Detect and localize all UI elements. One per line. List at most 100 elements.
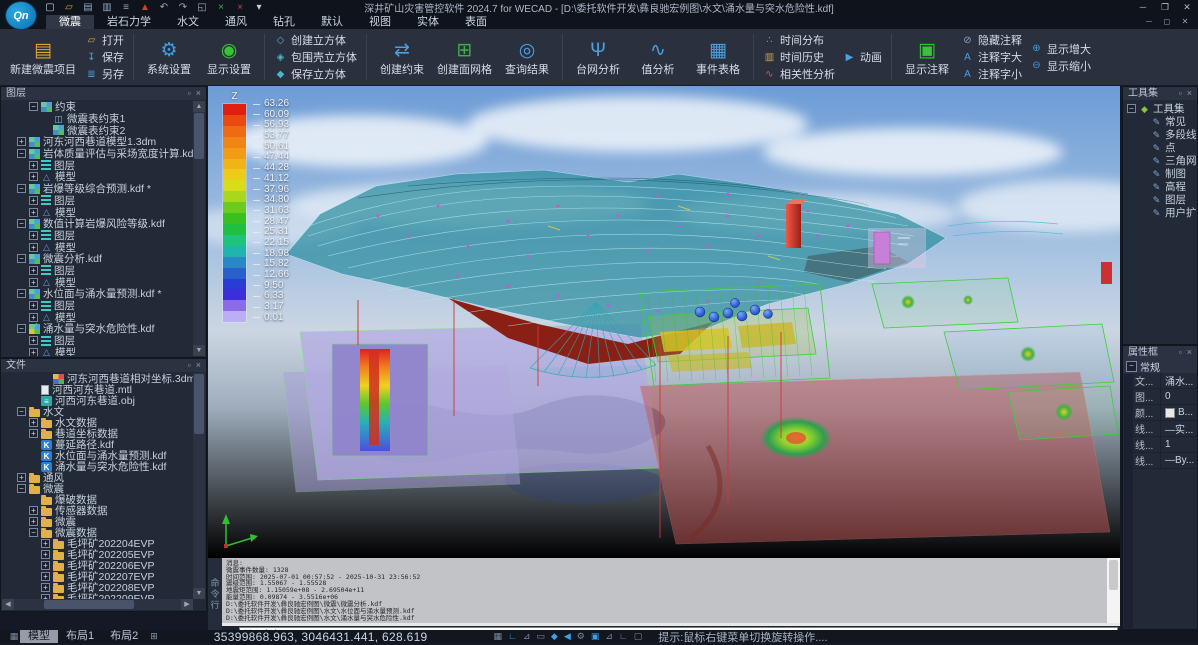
- tree-item[interactable]: +水文数据: [2, 417, 193, 428]
- query-results-button[interactable]: ◎查询结果: [499, 30, 555, 84]
- menu-tab-表面[interactable]: 表面: [452, 15, 500, 29]
- menu-tab-水文[interactable]: 水文: [164, 15, 212, 29]
- tree-item[interactable]: 河东河西巷道相对坐标.3dm: [2, 373, 193, 384]
- menu-tab-钻孔[interactable]: 钻孔: [260, 15, 308, 29]
- tree-item[interactable]: 用户扩展: [1124, 206, 1196, 219]
- network-analysis-button[interactable]: Ψ台网分析: [570, 30, 626, 84]
- tree-item[interactable]: 点: [1124, 141, 1196, 154]
- expand-icon[interactable]: +: [29, 336, 38, 345]
- create-constraint-button[interactable]: ⇄创建约束: [374, 30, 430, 84]
- tree-item[interactable]: 三角网: [1124, 154, 1196, 167]
- expand-icon[interactable]: +: [41, 572, 50, 581]
- display-shrink-button[interactable]: ⊖显示缩小: [1028, 57, 1093, 74]
- tree-item[interactable]: +通风: [2, 472, 193, 483]
- close-icon[interactable]: ×: [196, 87, 201, 100]
- dropdown-icon[interactable]: ▾: [253, 0, 265, 15]
- expand-icon[interactable]: +: [17, 137, 26, 146]
- property-row[interactable]: 线...—By...: [1132, 453, 1197, 469]
- expand-icon[interactable]: +: [29, 266, 38, 275]
- menu-tab-视图[interactable]: 视图: [356, 15, 404, 29]
- tree-item[interactable]: −微震: [2, 483, 193, 494]
- expand-icon[interactable]: +: [41, 561, 50, 570]
- expand-icon[interactable]: +: [29, 418, 38, 427]
- menu-tab-实体[interactable]: 实体: [404, 15, 452, 29]
- tree-item[interactable]: 爆破数据: [2, 494, 193, 505]
- expand-icon[interactable]: +: [29, 208, 38, 217]
- expand-icon[interactable]: +: [29, 506, 38, 515]
- files-scrollbar[interactable]: ▼: [193, 373, 205, 599]
- expand-icon[interactable]: +: [29, 278, 38, 287]
- system-settings-button[interactable]: ⚙系统设置: [141, 30, 197, 84]
- expand-icon[interactable]: +: [29, 301, 38, 310]
- scrollbar-thumb[interactable]: [194, 374, 204, 434]
- value-analysis-button[interactable]: ∿值分析: [630, 30, 686, 84]
- tree-item[interactable]: −水位面与涌水量预测.kdf *: [2, 288, 193, 300]
- tree-item[interactable]: +图层: [2, 159, 193, 171]
- cad-logo-icon[interactable]: ▲: [139, 0, 151, 15]
- collapse-icon[interactable]: −: [1127, 104, 1136, 113]
- create-cube-button[interactable]: ◇创建立方体: [272, 32, 359, 49]
- tree-item[interactable]: +图层: [2, 230, 193, 242]
- workspace-icon[interactable]: ▣: [591, 631, 600, 642]
- expand-icon[interactable]: +: [29, 196, 38, 205]
- property-row[interactable]: 文...涌水...: [1132, 373, 1197, 389]
- doc-close-button[interactable]: ✕: [1176, 15, 1194, 29]
- tree-item[interactable]: +微震: [2, 516, 193, 527]
- tree-item[interactable]: −工具集: [1124, 102, 1196, 115]
- tree-item[interactable]: +图层: [2, 265, 193, 277]
- app-logo[interactable]: Qn: [5, 1, 37, 30]
- doc-minimize-button[interactable]: ─: [1140, 15, 1158, 29]
- scrollbar-thumb[interactable]: [194, 113, 204, 159]
- close-button[interactable]: ✕: [1176, 0, 1198, 15]
- 3d-viewport[interactable]: Z 63.2660.0956.9353.7750.6147.4444.2841.…: [208, 86, 1120, 558]
- console-log[interactable]: 消息: 微震事件数量: 1328 时间范围: 2025-07-01 00:57:…: [222, 558, 1107, 623]
- show-annotation-button[interactable]: ▣显示注释: [899, 30, 955, 84]
- scroll-down-icon[interactable]: ▼: [193, 345, 205, 356]
- tree-item[interactable]: +模型: [2, 171, 193, 183]
- tree-item[interactable]: +图层: [2, 335, 193, 347]
- expand-icon[interactable]: +: [17, 473, 26, 482]
- property-row[interactable]: 线...1: [1132, 437, 1197, 453]
- collapse-icon[interactable]: −: [29, 528, 38, 537]
- tree-item[interactable]: −约束: [2, 101, 193, 113]
- settings-gear-icon[interactable]: ⚙: [577, 631, 585, 642]
- expand-icon[interactable]: +: [29, 243, 38, 252]
- tree-item[interactable]: −涌水量与突水危险性.kdf: [2, 323, 193, 335]
- expand-icon[interactable]: +: [29, 161, 38, 170]
- scroll-right-icon[interactable]: ▶: [181, 599, 193, 610]
- tree-item[interactable]: 蔓延路径.kdf: [2, 439, 193, 450]
- save-button[interactable]: ↧保存: [83, 49, 126, 66]
- close-icon[interactable]: ×: [196, 359, 201, 372]
- save-as-button[interactable]: ≣另存: [83, 66, 126, 83]
- menu-tab-微震[interactable]: 微震: [46, 15, 94, 29]
- console-side-tab[interactable]: 命令行: [208, 558, 222, 630]
- collapse-icon[interactable]: −: [17, 254, 26, 263]
- tree-item[interactable]: +巷道坐标数据: [2, 428, 193, 439]
- tree-item[interactable]: +图层: [2, 195, 193, 207]
- scrollbar-thumb[interactable]: [1109, 560, 1118, 590]
- collapse-icon[interactable]: −: [17, 149, 26, 158]
- tree-item[interactable]: +毛坪矿202208EVP: [2, 582, 193, 593]
- layout-add-icon[interactable]: ⊞: [150, 631, 158, 642]
- tree-item[interactable]: 河西河东巷道.obj: [2, 395, 193, 406]
- collapse-icon[interactable]: −: [17, 219, 26, 228]
- expand-icon[interactable]: +: [29, 172, 38, 181]
- property-row[interactable]: 图...0: [1132, 389, 1197, 405]
- tree-item[interactable]: 微震表约束2: [2, 124, 193, 136]
- tree-item[interactable]: −微震分析.kdf: [2, 253, 193, 265]
- expand-icon[interactable]: +: [29, 517, 38, 526]
- menu-tab-默认[interactable]: 默认: [308, 15, 356, 29]
- snap-mode-icon[interactable]: ∟: [508, 631, 517, 642]
- collapse-icon[interactable]: −: [29, 102, 38, 111]
- tree-item[interactable]: +模型: [2, 276, 193, 288]
- save-file-icon[interactable]: ▤: [82, 0, 94, 15]
- layout-tab-布局1[interactable]: 布局1: [58, 630, 102, 643]
- isolate-objects-icon[interactable]: ∟: [619, 631, 628, 642]
- restore-button[interactable]: ❐: [1154, 0, 1176, 15]
- property-row[interactable]: 颜...B...: [1132, 405, 1197, 421]
- display-enlarge-button[interactable]: ⊕显示增大: [1028, 40, 1093, 57]
- print-icon[interactable]: ≡: [120, 0, 132, 15]
- open-button[interactable]: ▱打开: [83, 32, 126, 49]
- time-history-button[interactable]: ▥时间历史: [761, 49, 837, 66]
- tree-item[interactable]: +毛坪矿202205EVP: [2, 549, 193, 560]
